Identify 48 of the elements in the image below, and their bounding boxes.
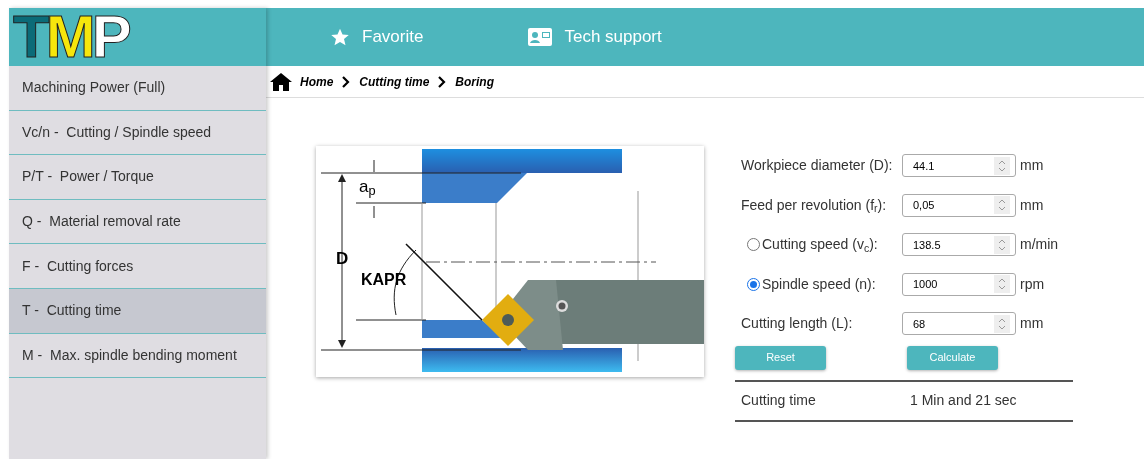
chevron-right-icon xyxy=(437,75,448,88)
logo-letter: M xyxy=(45,7,92,67)
logo-letter: P xyxy=(91,7,128,67)
number-field[interactable]: 1000 xyxy=(902,272,1016,296)
sidebar-item[interactable]: Q - Material removal rate xyxy=(9,199,266,245)
field-value: 0,05 xyxy=(913,198,935,213)
field-label: Spindle speed (n): xyxy=(762,274,876,294)
field-value: 68 xyxy=(913,316,926,332)
field-value: 44.1 xyxy=(913,158,935,174)
sidebar-item[interactable]: Machining Power (Full) xyxy=(9,66,266,111)
id-card-icon xyxy=(528,27,553,47)
depth-of-cut-label: a$_{p}$ xyxy=(359,176,376,200)
number-field[interactable]: 44.1 xyxy=(902,154,1016,178)
unit-label: mm xyxy=(1020,156,1044,176)
spinner-icon[interactable] xyxy=(994,235,1010,254)
number-field[interactable]: 0,05 xyxy=(902,193,1016,217)
field-label: Feed per revolution (f$_{r}$): xyxy=(741,195,887,216)
spinner-icon[interactable] xyxy=(994,275,1010,294)
spinner-icon[interactable] xyxy=(994,314,1010,333)
breadcrumb-link[interactable]: Cutting time xyxy=(359,72,430,91)
result-value: 1 Min and 21 sec xyxy=(910,391,1017,410)
field-value: 138.5 xyxy=(913,237,941,253)
result-label: Cutting time xyxy=(741,391,817,410)
unit-label: rpm xyxy=(1020,274,1045,294)
chevron-right-icon xyxy=(341,75,352,88)
unit-label: mm xyxy=(1020,314,1044,334)
field-label: Cutting speed (v$_{c}$): xyxy=(762,235,878,256)
angle-label: KAPR xyxy=(361,270,407,290)
field-label: Workpiece diameter (D): xyxy=(741,156,893,176)
unit-label: mm xyxy=(1020,195,1044,215)
field-value: 1000 xyxy=(913,277,938,292)
spinner-icon[interactable] xyxy=(994,156,1010,175)
sidebar-item[interactable]: T - Cutting time xyxy=(9,288,266,334)
spinner-icon[interactable] xyxy=(994,196,1010,215)
number-field[interactable]: 138.5 xyxy=(902,233,1016,257)
sidebar-item[interactable]: M - Max. spindle bending moment xyxy=(9,333,266,379)
field-label: Cutting length (L): xyxy=(741,314,853,334)
sidebar-item[interactable]: P/T - Power / Torque xyxy=(9,155,266,200)
sidebar-item[interactable]: F - Cutting forces xyxy=(9,244,266,289)
breadcrumb-link[interactable]: Boring xyxy=(455,72,494,91)
logo-letter: T xyxy=(13,7,46,67)
number-field[interactable]: 68 xyxy=(902,312,1016,336)
unit-label: m/min xyxy=(1020,235,1059,255)
breadcrumb-link[interactable]: Home xyxy=(300,72,334,91)
diameter-label: D xyxy=(336,248,349,270)
home-icon[interactable] xyxy=(270,72,292,91)
star-icon xyxy=(330,27,350,47)
sidebar-item[interactable]: Vc/n - Cutting / Spindle speed xyxy=(9,110,266,156)
